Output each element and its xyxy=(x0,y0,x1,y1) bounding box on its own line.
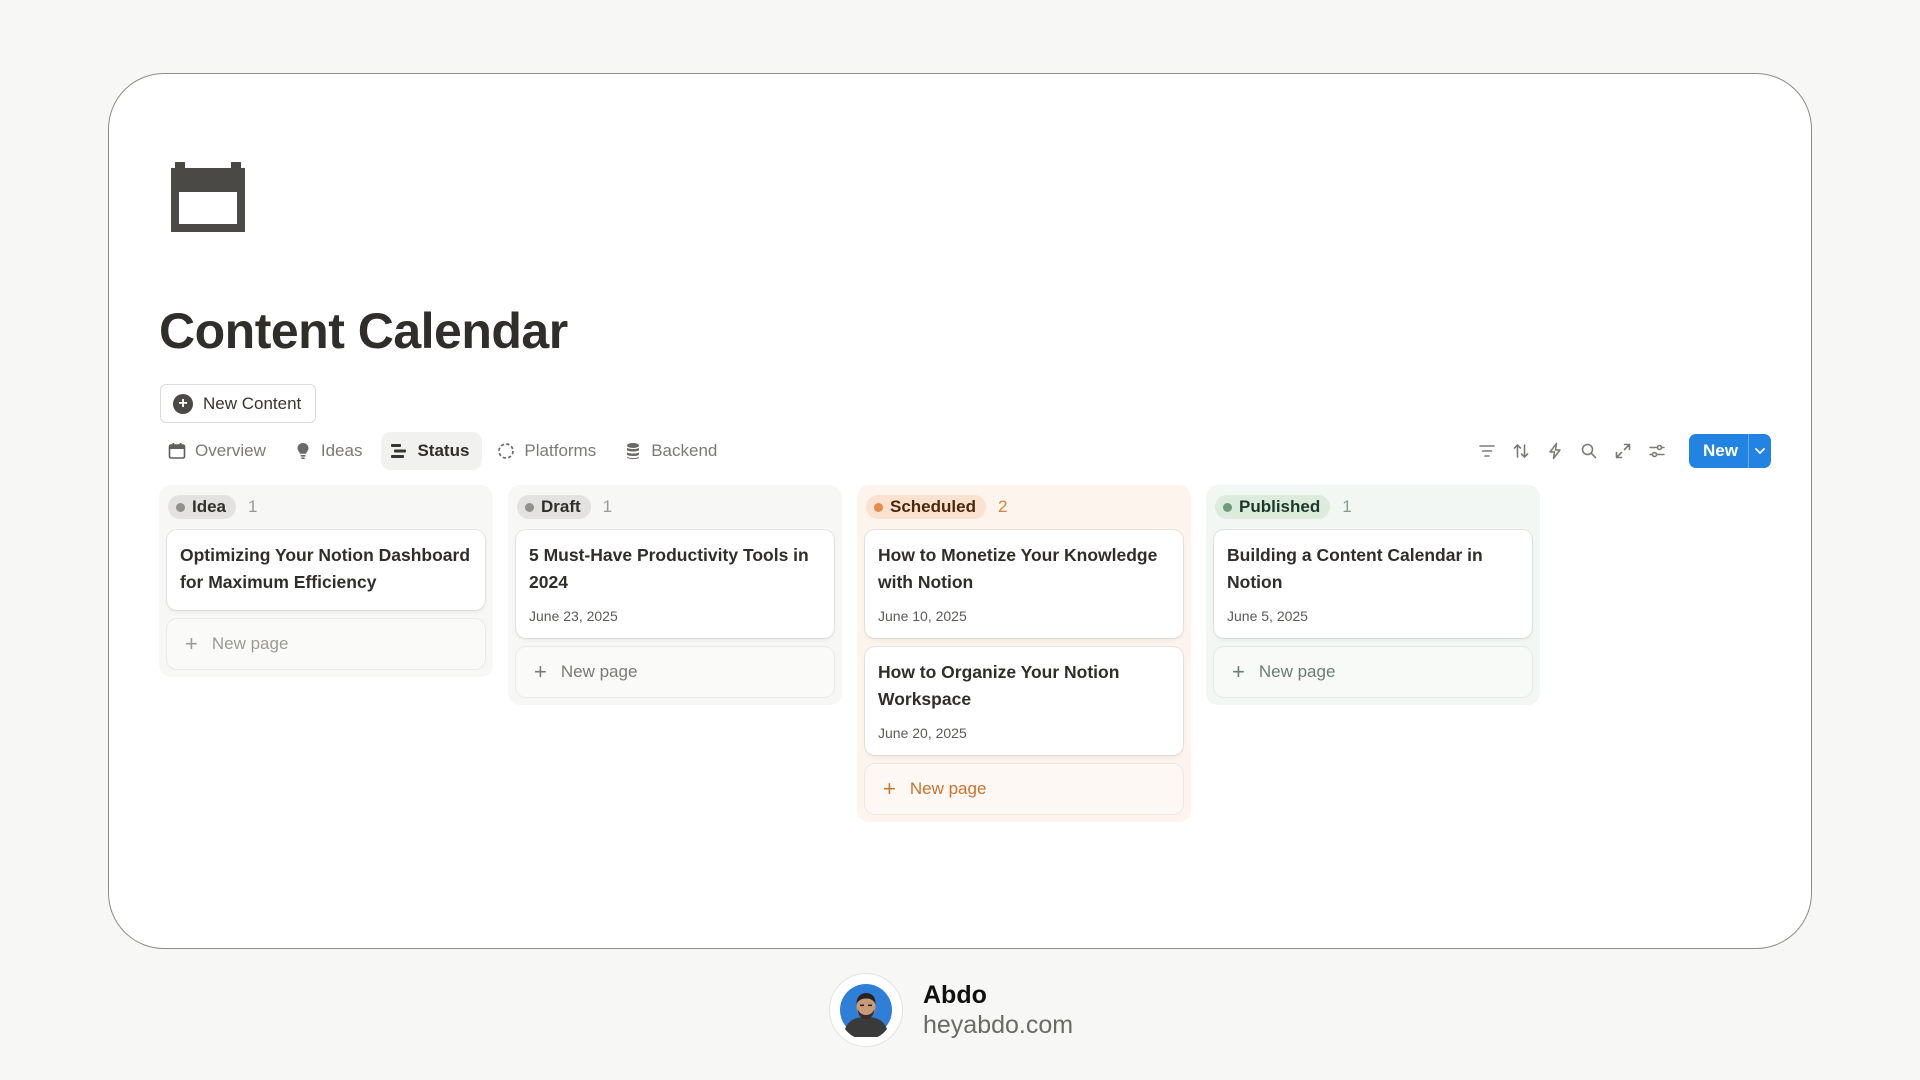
author-site[interactable]: heyabdo.com xyxy=(923,1010,1073,1040)
settings-sliders-icon[interactable] xyxy=(1647,441,1667,461)
new-content-button[interactable]: + New Content xyxy=(160,384,317,423)
card-date: June 10, 2025 xyxy=(878,608,967,624)
status-badge: Scheduled xyxy=(866,495,986,519)
search-icon[interactable] xyxy=(1579,441,1599,461)
column-count: 2 xyxy=(997,497,1008,516)
database-icon xyxy=(627,443,640,459)
new-page-label: New page xyxy=(211,634,289,653)
new-page-label: New page xyxy=(909,779,987,798)
status-label: Published xyxy=(1239,497,1321,516)
plus-icon: + xyxy=(185,631,198,656)
tab-label: Status xyxy=(417,441,470,460)
page-title: Content Calendar xyxy=(159,303,568,359)
column-count: 1 xyxy=(248,497,258,516)
column-header[interactable]: Idea 1 xyxy=(167,493,485,521)
sort-icon[interactable] xyxy=(1511,441,1531,461)
database-toolbar: New xyxy=(1477,434,1771,468)
tab-platforms[interactable]: Platforms xyxy=(488,432,609,470)
status-label: Scheduled xyxy=(890,497,976,516)
tab-label: Ideas xyxy=(320,441,363,460)
status-dot xyxy=(525,502,534,512)
author-credit: Abdo heyabdo.com xyxy=(829,973,1073,1047)
new-button-label: New xyxy=(1703,441,1738,460)
tab-ideas[interactable]: Ideas xyxy=(285,432,376,470)
board-card[interactable]: How to Organize Your Notion Workspace Ju… xyxy=(865,647,1183,755)
status-dot xyxy=(874,502,883,512)
card-title: 5 Must-Have Productivity Tools in 2024 xyxy=(529,545,809,592)
calendar-icon xyxy=(168,443,186,459)
new-page-label: New page xyxy=(560,662,638,681)
view-tabs: Overview Ideas Status Platforms Backend xyxy=(159,432,730,470)
column-header[interactable]: Draft 1 xyxy=(516,493,834,521)
avatar xyxy=(829,973,903,1047)
board-column-idea: Idea 1 Optimizing Your Notion Dashboard … xyxy=(159,485,493,677)
status-badge: Draft xyxy=(517,495,591,519)
board-column-draft: Draft 1 5 Must-Have Productivity Tools i… xyxy=(508,485,842,705)
new-button[interactable]: New xyxy=(1689,434,1771,468)
column-header[interactable]: Scheduled 2 xyxy=(865,493,1183,521)
new-page-button[interactable]: + New page xyxy=(167,619,485,669)
new-page-label: New page xyxy=(1258,662,1336,681)
board-card[interactable]: How to Monetize Your Knowledge with Noti… xyxy=(865,530,1183,638)
tab-overview[interactable]: Overview xyxy=(159,432,279,470)
status-dot xyxy=(176,502,185,512)
board-card[interactable]: Optimizing Your Notion Dashboard for Max… xyxy=(167,530,485,610)
tab-backend[interactable]: Backend xyxy=(615,432,730,470)
card-date: June 5, 2025 xyxy=(1227,608,1308,624)
chevron-down-icon[interactable] xyxy=(1749,444,1771,458)
board-card[interactable]: Building a Content Calendar in Notion Ju… xyxy=(1214,530,1532,638)
status-badge: Published xyxy=(1215,495,1331,519)
kanban-board: Idea 1 Optimizing Your Notion Dashboard … xyxy=(159,485,1540,822)
column-count: 1 xyxy=(1342,497,1352,516)
card-date: June 23, 2025 xyxy=(529,608,618,624)
card-title: Building a Content Calendar in Notion xyxy=(1227,545,1483,592)
board-column-published: Published 1 Building a Content Calendar … xyxy=(1206,485,1540,705)
calendar-icon[interactable] xyxy=(171,162,245,232)
card-date: June 20, 2025 xyxy=(878,725,967,741)
expand-icon[interactable] xyxy=(1613,441,1633,461)
status-label: Idea xyxy=(192,497,227,516)
new-page-button[interactable]: + New page xyxy=(516,647,834,697)
board-card[interactable]: 5 Must-Have Productivity Tools in 2024 J… xyxy=(516,530,834,638)
new-content-label: New Content xyxy=(203,393,302,413)
author-text: Abdo heyabdo.com xyxy=(923,980,1073,1040)
filter-icon[interactable] xyxy=(1477,441,1497,461)
tab-label: Overview xyxy=(195,441,266,460)
card-title: Optimizing Your Notion Dashboard for Max… xyxy=(180,545,471,592)
board-column-scheduled: Scheduled 2 How to Monetize Your Knowled… xyxy=(857,485,1191,822)
plus-icon: + xyxy=(1232,659,1245,684)
plus-icon: + xyxy=(883,776,896,801)
dashed-circle-icon xyxy=(498,443,515,459)
card-title: How to Organize Your Notion Workspace xyxy=(878,662,1120,709)
status-label: Draft xyxy=(541,497,581,516)
plus-icon: + xyxy=(534,659,547,684)
tab-status[interactable]: Status xyxy=(381,432,483,470)
column-count: 1 xyxy=(602,497,613,516)
status-dot xyxy=(1223,502,1232,512)
plus-circle-icon: + xyxy=(173,393,193,414)
tab-label: Platforms xyxy=(524,441,597,460)
new-page-button[interactable]: + New page xyxy=(1214,647,1532,697)
card-title: How to Monetize Your Knowledge with Noti… xyxy=(878,545,1158,592)
column-header[interactable]: Published 1 xyxy=(1214,493,1532,521)
lightning-icon[interactable] xyxy=(1545,441,1565,461)
tab-label: Backend xyxy=(651,441,718,460)
new-page-button[interactable]: + New page xyxy=(865,764,1183,814)
board-icon xyxy=(391,444,407,458)
status-badge: Idea xyxy=(168,495,237,519)
author-name: Abdo xyxy=(923,981,987,1009)
page-frame: Content Calendar + New Content Overview … xyxy=(108,73,1812,949)
lightbulb-icon xyxy=(297,443,309,459)
